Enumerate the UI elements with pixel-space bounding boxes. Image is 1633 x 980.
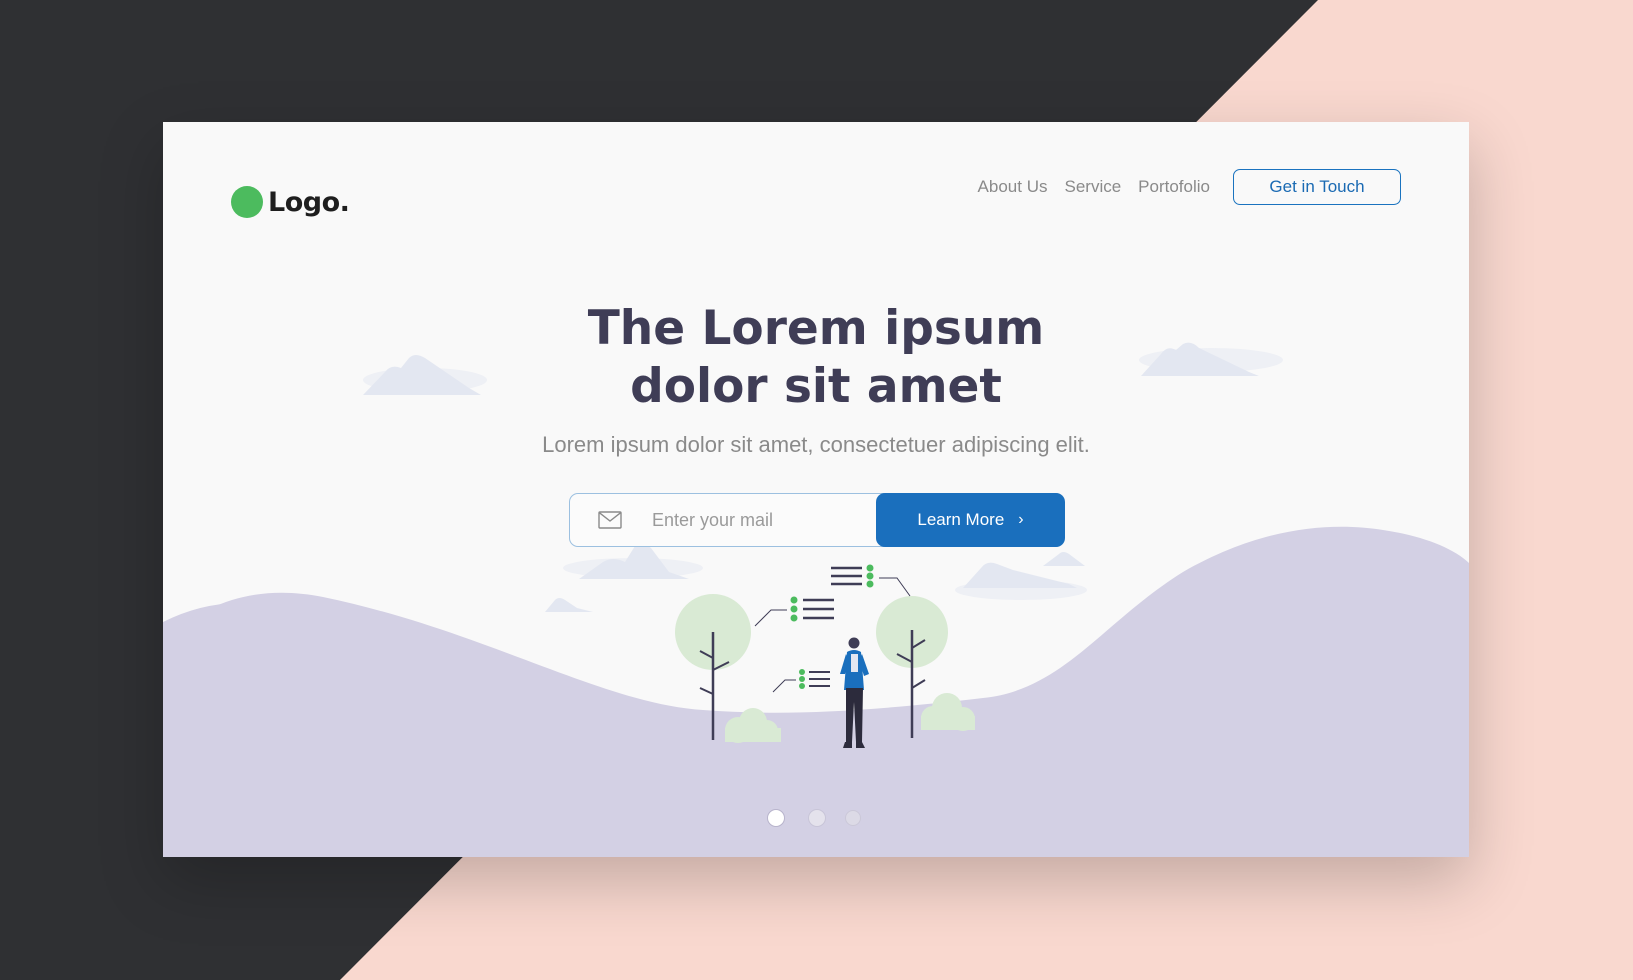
cloud-mid-right [955,552,1087,600]
mail-icon [598,511,622,529]
learn-more-label: Learn More [917,510,1005,529]
carousel-dot-1[interactable] [767,809,785,827]
cloud-mid-left [545,543,703,612]
hero-subtitle: Lorem ipsum dolor sit amet, consectetuer… [542,432,1090,457]
carousel-dot-2[interactable] [808,809,826,827]
nav-link-service[interactable]: Service [1064,177,1121,197]
email-signup-form: Learn More › [569,493,1065,547]
hero-title: The Lorem ipsum dolor sit amet [163,300,1469,416]
learn-more-button[interactable]: Learn More › [876,493,1065,547]
nav-link-about-us[interactable]: About Us [978,177,1048,197]
hill-ground [163,526,1469,857]
get-in-touch-button[interactable]: Get in Touch [1233,169,1401,205]
chevron-right-icon: › [1018,511,1024,528]
main-nav: About Us Service Portofolio Get in Touch [961,169,1401,205]
carousel-dot-3[interactable] [845,810,861,826]
landing-page-card: Logo. About Us Service Portofolio Get in… [163,122,1469,857]
checklist-icon-left [754,596,834,627]
carousel-pagination [163,809,1469,829]
logo-text: Logo. [268,186,350,218]
logo[interactable]: Logo. [231,186,350,218]
nav-link-portofolio[interactable]: Portofolio [1138,177,1210,197]
hero-illustration [163,342,1469,857]
bush-right [921,693,975,731]
hero-title-line-2: dolor sit amet [630,359,1002,414]
email-input[interactable] [652,502,852,538]
checklist-icon-bottom [772,669,830,693]
hero-title-line-1: The Lorem ipsum [587,301,1045,356]
logo-circle-icon [231,186,263,218]
checklist-icon-top [831,564,911,597]
